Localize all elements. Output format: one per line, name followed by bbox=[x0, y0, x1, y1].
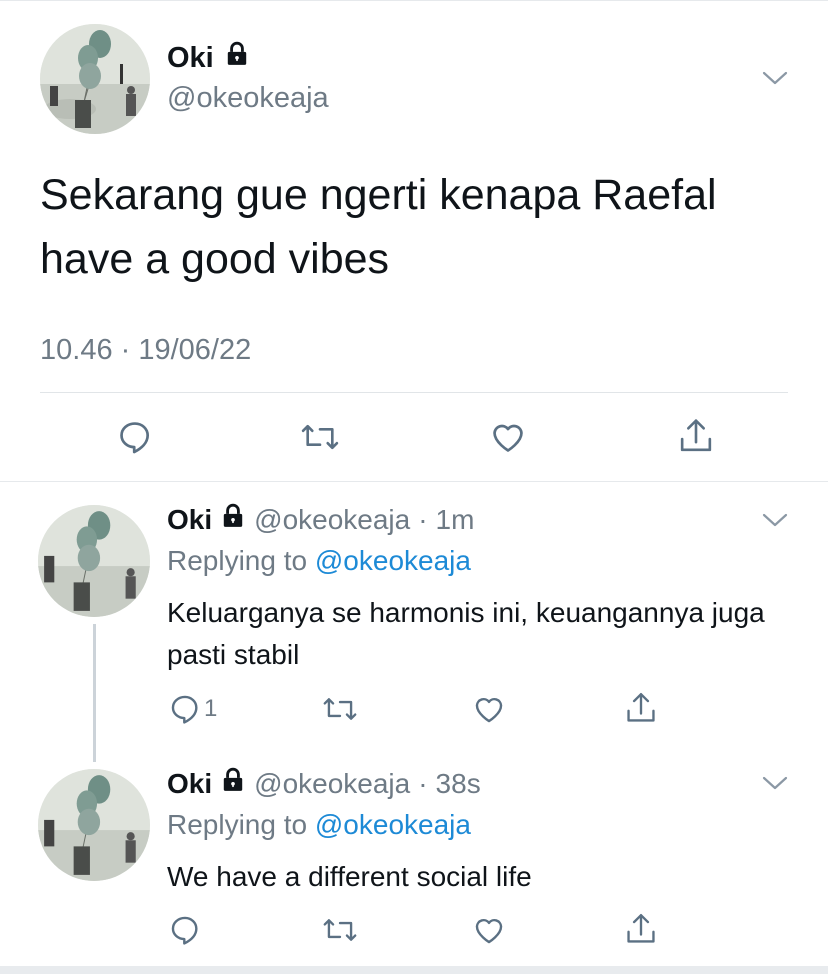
avatar-image bbox=[38, 769, 150, 881]
like-button[interactable] bbox=[472, 692, 506, 726]
avatar[interactable] bbox=[40, 24, 150, 134]
chevron-down-icon[interactable] bbox=[762, 512, 788, 528]
reply-button[interactable]: 1 bbox=[168, 692, 217, 726]
reply-header: Oki @okeokeaja · 38s bbox=[167, 767, 481, 801]
reply-actions bbox=[0, 913, 828, 949]
avatar[interactable] bbox=[38, 769, 150, 881]
replying-to-label: Replying to bbox=[167, 545, 315, 576]
reply-button[interactable] bbox=[168, 913, 202, 947]
avatar[interactable] bbox=[38, 505, 150, 617]
like-button[interactable] bbox=[489, 418, 527, 456]
replying-to: Replying to @okeokeaja bbox=[167, 808, 471, 842]
share-icon bbox=[627, 913, 655, 943]
share-button[interactable] bbox=[624, 690, 658, 726]
lock-icon bbox=[224, 40, 250, 76]
reply-text: We have a different social life bbox=[167, 861, 532, 892]
reply-text: Keluarganya se harmonis ini, keuangannya… bbox=[167, 597, 765, 670]
author-name[interactable]: Oki bbox=[167, 503, 212, 537]
replying-to-label: Replying to bbox=[167, 809, 315, 840]
reply-count: 1 bbox=[204, 695, 218, 722]
lock-icon bbox=[220, 503, 246, 537]
top-border bbox=[0, 0, 828, 1]
chevron-down-icon[interactable] bbox=[762, 70, 788, 86]
share-icon bbox=[627, 692, 655, 722]
separator-dot: · bbox=[418, 504, 428, 535]
tweet-timestamp[interactable]: 10.46 · 19/06/22 bbox=[40, 332, 251, 368]
section-divider bbox=[0, 481, 828, 482]
bottom-separator bbox=[0, 966, 828, 974]
retweet-button[interactable] bbox=[300, 418, 340, 456]
reply-icon bbox=[120, 422, 150, 454]
retweet-icon bbox=[301, 424, 339, 450]
like-icon bbox=[475, 918, 503, 944]
replying-to-mention[interactable]: @okeokeaja bbox=[315, 809, 471, 840]
share-button[interactable] bbox=[677, 416, 715, 456]
like-icon bbox=[475, 697, 503, 723]
author-handle[interactable]: @okeokeaja bbox=[254, 767, 410, 801]
replying-to: Replying to @okeokeaja bbox=[167, 544, 471, 578]
reply-time[interactable]: 1m bbox=[436, 503, 475, 537]
retweet-icon bbox=[323, 698, 357, 720]
like-icon bbox=[493, 424, 523, 452]
avatar-image bbox=[38, 505, 150, 617]
tweet-actions bbox=[0, 418, 828, 458]
reply-button[interactable] bbox=[116, 418, 154, 456]
retweet-icon bbox=[323, 919, 357, 941]
divider bbox=[40, 392, 788, 393]
retweet-button[interactable] bbox=[322, 692, 358, 726]
share-icon bbox=[680, 419, 712, 452]
share-button[interactable] bbox=[624, 911, 658, 947]
author-handle[interactable]: @okeokeaja bbox=[167, 80, 329, 116]
reply-icon bbox=[171, 695, 198, 724]
avatar-image bbox=[40, 24, 150, 134]
author-handle[interactable]: @okeokeaja bbox=[254, 503, 410, 537]
reply-actions: 1 bbox=[0, 692, 828, 728]
author-name[interactable]: Oki bbox=[167, 40, 214, 76]
author-name[interactable]: Oki bbox=[167, 767, 212, 801]
separator-dot: · bbox=[418, 768, 428, 799]
reply-icon bbox=[171, 916, 198, 945]
reply-time[interactable]: 38s bbox=[436, 767, 481, 801]
tweet-text: Sekarang gue ngerti kenapa Raefal have a… bbox=[40, 171, 717, 283]
lock-icon bbox=[220, 767, 246, 801]
reply-header: Oki @okeokeaja · 1m bbox=[167, 503, 474, 537]
like-button[interactable] bbox=[472, 913, 506, 947]
replying-to-mention[interactable]: @okeokeaja bbox=[315, 545, 471, 576]
chevron-down-icon[interactable] bbox=[762, 775, 788, 791]
retweet-button[interactable] bbox=[322, 913, 358, 947]
author-name-row[interactable]: Oki bbox=[167, 40, 250, 76]
